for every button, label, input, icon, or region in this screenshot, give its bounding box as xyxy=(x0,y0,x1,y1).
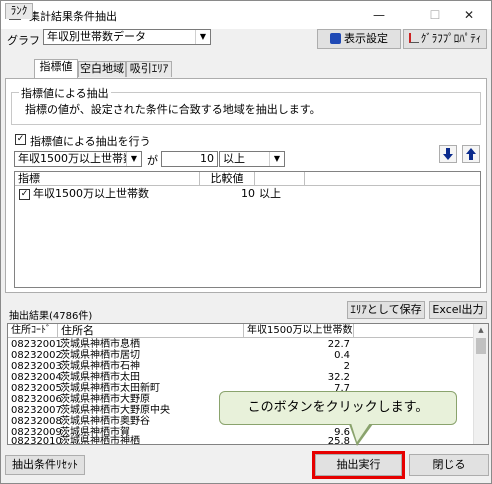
op-header xyxy=(255,172,305,186)
reset-conditions-button[interactable]: 抽出条件ﾘｾｯﾄ xyxy=(5,455,85,475)
indicator-select-value: 年収1500万以上世帯数 xyxy=(18,152,134,165)
callout-tooltip: このボタンをクリックします。 xyxy=(219,391,457,425)
graph-select[interactable]: 年収別世帯数データ ▼ xyxy=(43,29,211,45)
close-button[interactable]: 閉じる xyxy=(409,454,489,476)
address-name: 茨城県神栖市神栖 xyxy=(60,436,140,445)
scroll-up-icon[interactable]: ▲ xyxy=(474,324,488,336)
chevron-down-icon: ▼ xyxy=(126,152,141,166)
display-settings-icon xyxy=(330,33,341,44)
tab-blank-area[interactable]: 空白地域 xyxy=(78,61,126,77)
groupbox-title: 指標値による抽出 xyxy=(19,85,111,101)
blank-header xyxy=(354,324,476,338)
indicator-header: 指標 xyxy=(15,172,200,186)
indicator-select[interactable]: 年収1500万以上世帯数 ▼ xyxy=(14,151,142,167)
up-arrow-icon xyxy=(466,148,476,160)
row-compare-value: 10 xyxy=(241,187,255,200)
move-down-button[interactable] xyxy=(439,145,457,163)
compare-header: 比較値 xyxy=(200,172,255,186)
table-row[interactable]: 08232010 茨城県神栖市神栖 25.8 xyxy=(8,436,488,445)
table-row[interactable]: ✓ 年収1500万以上世帯数 10 以上 xyxy=(15,188,480,200)
excel-output-button[interactable]: Excel出力 xyxy=(429,301,487,319)
use-indicator-label: 指標値による抽出を行う xyxy=(30,135,151,148)
address-code: 08232010 xyxy=(11,436,62,445)
blank-header xyxy=(305,172,480,186)
ga-label: が xyxy=(147,154,158,167)
chevron-down-icon: ▼ xyxy=(195,30,210,44)
value-header: 年収1500万以上世帯数 xyxy=(244,324,354,338)
results-count-label: 抽出結果(4786件) xyxy=(9,311,93,322)
graph-properties-label: ｸﾞﾗﾌﾌﾟﾛﾊﾟﾃｨ xyxy=(420,32,482,45)
results-scrollbar[interactable]: ▲ xyxy=(473,324,488,444)
graph-properties-button[interactable]: ｸﾞﾗﾌﾌﾟﾛﾊﾟﾃｨ xyxy=(403,29,487,49)
window-title: 集計結果条件抽出 xyxy=(29,10,117,23)
use-indicator-checkbox[interactable]: ✓ xyxy=(15,134,26,145)
display-settings-label: 表示設定 xyxy=(344,32,388,45)
title-bar: 集計結果条件抽出 — ☐ ✕ xyxy=(1,1,491,29)
graph-label: グラフ xyxy=(7,34,40,47)
graph-select-value: 年収別世帯数データ xyxy=(47,30,146,43)
down-arrow-icon xyxy=(443,148,453,160)
display-settings-button[interactable]: 表示設定 xyxy=(317,29,401,49)
address-code-header: 住所ｺｰﾄﾞ xyxy=(8,324,58,338)
results-table[interactable]: 住所ｺｰﾄﾞ 住所名 年収1500万以上世帯数 08232001 茨城県神栖市息栖… xyxy=(7,323,489,445)
row-checkbox[interactable]: ✓ xyxy=(19,189,30,200)
execute-highlight-box xyxy=(312,451,405,479)
operator-select[interactable]: 以上 ▼ xyxy=(219,151,285,167)
tab-rank[interactable]: ﾗﾝｸ xyxy=(5,3,33,19)
minimize-button[interactable]: — xyxy=(357,1,401,29)
value-input[interactable]: 10 xyxy=(161,151,218,167)
row-indicator-name: 年収1500万以上世帯数 xyxy=(33,187,149,200)
save-as-area-button[interactable]: ｴﾘｱとして保存 xyxy=(347,301,425,319)
operator-select-value: 以上 xyxy=(223,152,245,165)
bar-chart-icon xyxy=(408,33,419,43)
tab-indicator[interactable]: 指標値 xyxy=(34,59,78,78)
dialog-window: 集計結果条件抽出 — ☐ ✕ グラフ 年収別世帯数データ ▼ 表示設定 ｸﾞﾗﾌ… xyxy=(0,0,492,484)
callout-pointer-fill xyxy=(351,423,370,442)
indicator-table[interactable]: 指標 比較値 ✓ 年収1500万以上世帯数 10 以上 xyxy=(14,171,481,288)
address-name-header: 住所名 xyxy=(58,324,244,338)
groupbox-description: 指標の値が、設定された条件に合致する地域を抽出します。 xyxy=(25,103,321,116)
scroll-thumb[interactable] xyxy=(476,338,486,354)
tab-attraction-area[interactable]: 吸引ｴﾘｱ xyxy=(126,61,172,77)
row-operator: 以上 xyxy=(259,187,281,200)
chevron-down-icon: ▼ xyxy=(269,152,284,166)
value-cell: 25.8 xyxy=(327,436,350,445)
move-up-button[interactable] xyxy=(462,145,480,163)
close-window-button[interactable]: ✕ xyxy=(447,1,491,29)
